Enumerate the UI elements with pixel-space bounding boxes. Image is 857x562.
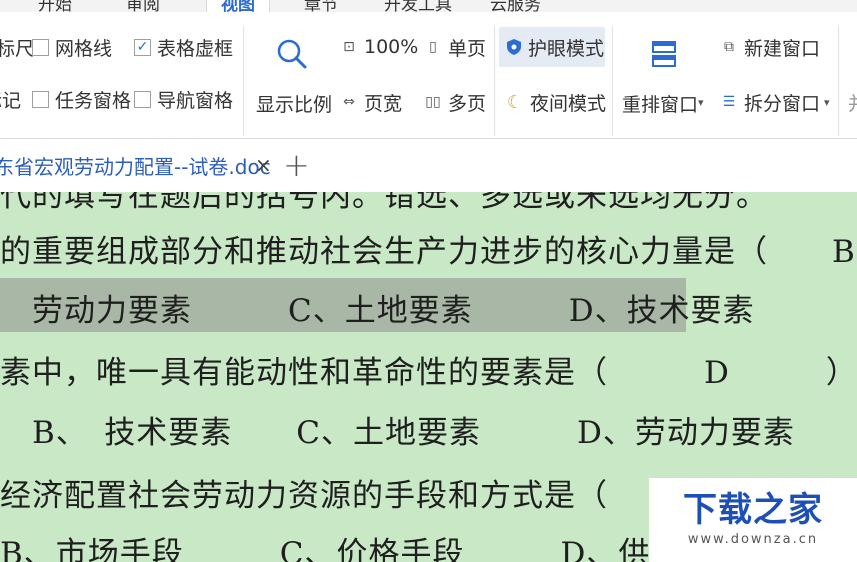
markup-option[interactable]: 标记 — [0, 84, 21, 114]
table-gridlines-option[interactable]: ✓ 表格虚框 — [134, 32, 233, 62]
moon-icon: ☾ — [506, 91, 524, 113]
watermark-url: www.downza.cn — [687, 532, 819, 547]
ribbon-separator — [612, 26, 613, 136]
one-page-label: 单页 — [448, 37, 487, 60]
document-tab-bar: 东省宏观劳动力配置--试卷.doc × + — [0, 139, 857, 192]
night-mode-button[interactable]: ☾ 夜间模式 — [506, 87, 606, 117]
multi-page-icon: ▯▯ — [425, 94, 441, 110]
page-width-button[interactable]: ⇔ 页宽 — [340, 87, 402, 117]
arrange-windows-button[interactable]: 重排窗口 ▾ — [622, 34, 710, 134]
doc-line: 素中，唯一具有能动性和革命性的要素是（ D ） — [0, 355, 857, 391]
markup-label: 标记 — [0, 89, 22, 112]
zoom-100-label: 100% — [364, 36, 419, 58]
night-mode-label: 夜间模式 — [530, 92, 607, 115]
zoom-100-button[interactable]: ⊡ 100% — [340, 32, 418, 62]
menu-tab-review[interactable]: 审阅 — [126, 0, 160, 12]
eye-care-button[interactable]: 护眼模式 — [506, 32, 604, 62]
task-pane-checkbox[interactable] — [32, 90, 49, 108]
split-dropdown-icon: ▾ — [824, 95, 830, 109]
new-window-label: 新建窗口 — [744, 37, 821, 60]
nav-pane-option[interactable]: 导航窗格 — [134, 84, 233, 114]
more-window-option[interactable]: 并 — [848, 87, 857, 117]
split-window-icon: ☰ — [722, 94, 736, 110]
new-window-button[interactable]: ⧉ 新建窗口 — [720, 32, 820, 62]
zoom-button[interactable]: 显示比例 — [256, 34, 333, 134]
doc-line: B、 技术要素 C、土地要素 D、劳动力要素 — [0, 415, 795, 451]
menu-bar: 开始 审阅 视图 章节 开发工具 云服务 — [0, 0, 857, 12]
menu-tab-start[interactable]: 开始 — [38, 0, 72, 12]
split-window-button[interactable]: ☰ 拆分窗口 ▾ — [720, 87, 830, 117]
menu-tab-cloud[interactable]: 云服务 — [490, 0, 541, 12]
table-gridlines-label: 表格虚框 — [157, 37, 234, 60]
table-gridlines-checkbox[interactable]: ✓ — [134, 38, 151, 56]
page-width-label: 页宽 — [364, 92, 403, 115]
doc-line: B、市场手段 C、价格手段 D、供求机制 — [0, 536, 747, 562]
gridlines-option[interactable]: 网格线 — [32, 32, 112, 62]
doc-line: 代的填写在题后的括号内。错选、多选或未选均无分。 — [0, 192, 768, 214]
ribbon-separator — [243, 26, 244, 136]
document-tab[interactable]: 东省宏观劳动力配置--试卷.doc — [0, 139, 272, 192]
ruler-option[interactable]: 标尺 — [0, 32, 34, 62]
single-page-icon: ▯ — [429, 39, 437, 55]
arrange-windows-label: 重排窗口 — [622, 94, 699, 116]
new-tab-icon[interactable]: + — [283, 146, 310, 184]
new-window-icon: ⧉ — [724, 39, 734, 55]
split-window-label: 拆分窗口 — [744, 92, 821, 115]
doc-line: 的重要组成部分和推动社会生产力进步的核心力量是（ B — [0, 234, 856, 270]
multi-page-button[interactable]: ▯▯ 多页 — [424, 87, 486, 117]
zoom-label: 显示比例 — [256, 94, 333, 116]
menu-tab-chapter[interactable]: 章节 — [304, 0, 338, 12]
document-tab-title: 东省宏观劳动力配置--试卷.doc — [0, 155, 271, 179]
page-width-icon: ⇔ — [343, 94, 355, 110]
ribbon: 标尺 网格线 ✓ 表格虚框 标记 任务窗格 导航窗格 显示比例 ⊡ 100% ▯… — [0, 12, 857, 139]
task-pane-label: 任务窗格 — [55, 89, 132, 112]
gridlines-label: 网格线 — [55, 37, 113, 60]
one-page-button[interactable]: ▯ 单页 — [424, 32, 486, 62]
shield-icon — [507, 39, 521, 55]
watermark-title: 下载之家 — [683, 490, 823, 530]
arrange-windows-icon — [652, 41, 676, 67]
arrange-dropdown-icon: ▾ — [698, 96, 704, 109]
ribbon-separator — [494, 26, 495, 136]
eye-care-label: 护眼模式 — [528, 37, 605, 60]
doc-line: 劳动力要素 C、土地要素 D、技术要素 — [0, 293, 755, 329]
nav-pane-label: 导航窗格 — [157, 89, 234, 112]
page-100-icon: ⊡ — [343, 39, 355, 55]
task-pane-option[interactable]: 任务窗格 — [32, 84, 131, 114]
nav-pane-checkbox[interactable] — [134, 90, 151, 108]
ribbon-separator — [838, 26, 839, 136]
more-window-label: 并 — [848, 89, 857, 116]
menu-tab-view[interactable]: 视图 — [206, 0, 270, 12]
gridlines-checkbox[interactable] — [32, 38, 49, 56]
close-tab-icon[interactable]: × — [255, 153, 272, 177]
menu-tab-developer[interactable]: 开发工具 — [384, 0, 452, 12]
ruler-label: 标尺 — [0, 37, 35, 60]
magnifier-icon — [277, 39, 307, 69]
site-watermark: 下载之家 www.downza.cn — [649, 478, 857, 562]
multi-page-label: 多页 — [448, 92, 487, 115]
